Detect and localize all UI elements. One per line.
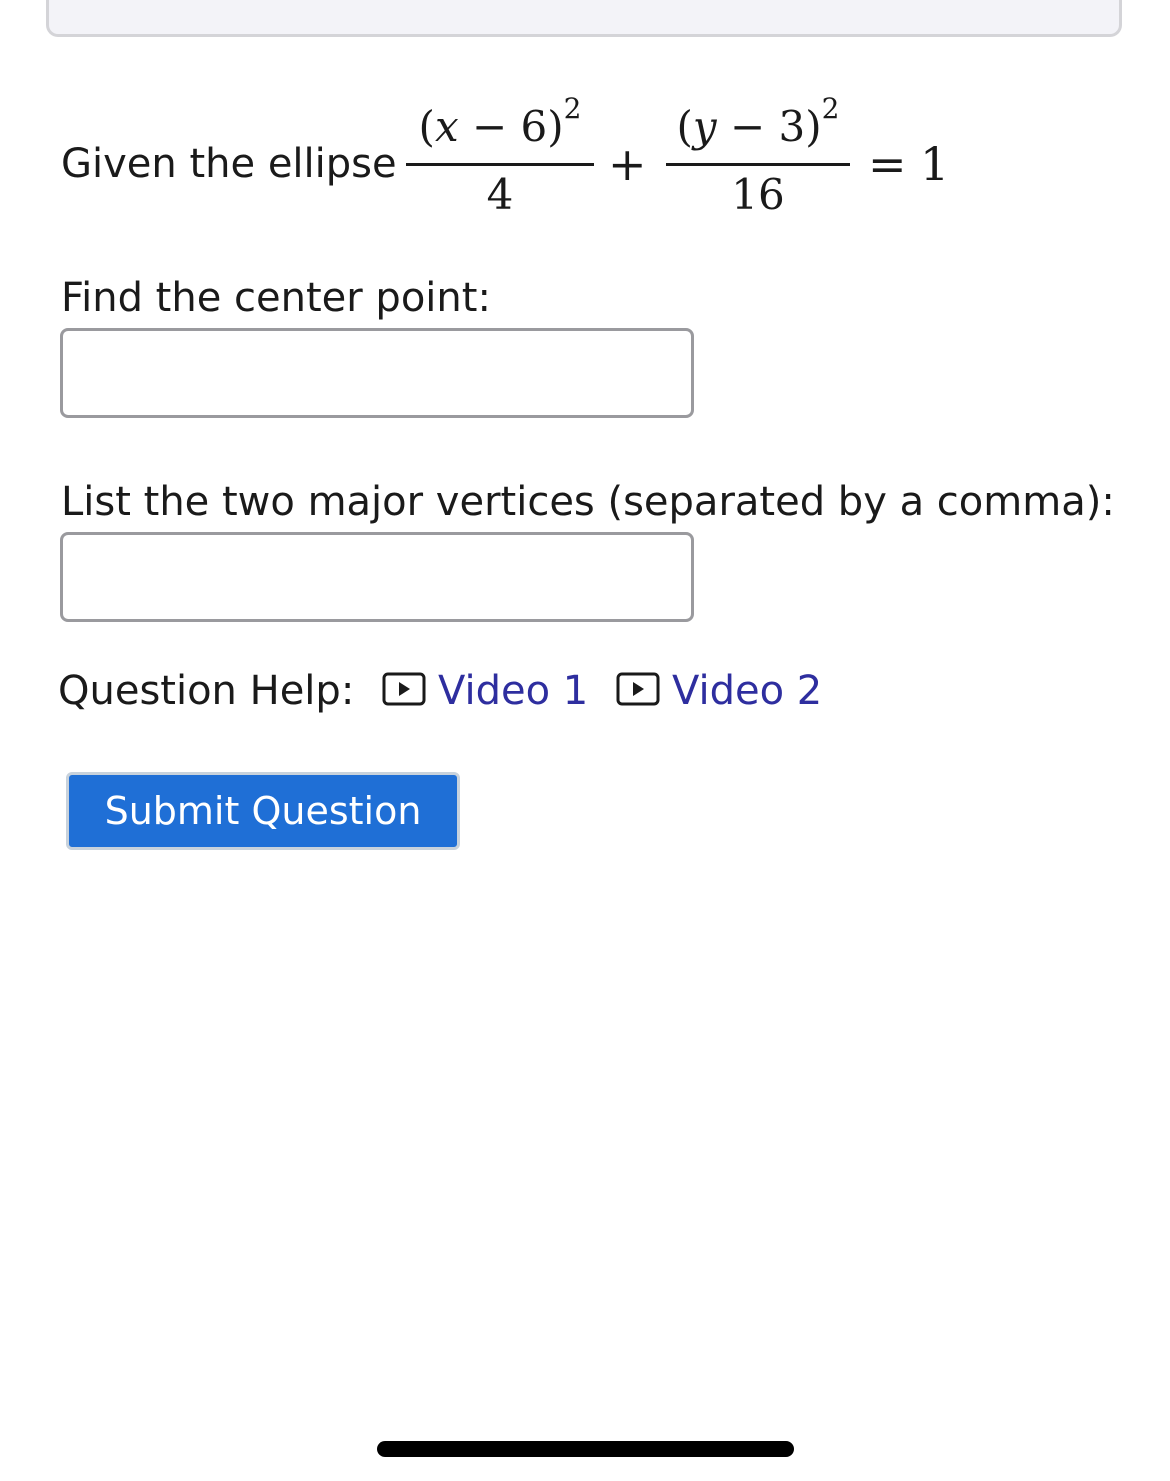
fraction-bar [666,163,850,166]
previous-content-box [46,0,1122,37]
center-point-label: Find the center point: [61,275,491,321]
video-1-label: Video 1 [438,668,589,714]
home-indicator[interactable] [377,1441,794,1457]
submit-question-button[interactable]: Submit Question [66,772,460,850]
major-vertices-input[interactable] [60,532,694,622]
ellipse-equation: (x − 6)2 4 + (y − 3)2 16 = 1 [402,84,962,224]
play-icon [616,672,660,706]
plus-sign: + [608,137,647,191]
equation-rhs: 1 [920,137,950,191]
question-help-label: Question Help: [58,668,355,714]
major-vertices-label: List the two major vertices (separated b… [61,479,1115,525]
video-2-label: Video 2 [672,668,823,714]
question-prompt: Given the ellipse [61,141,397,187]
video-2-link[interactable]: Video 2 [616,666,822,716]
video-1-link[interactable]: Video 1 [382,666,588,716]
fraction-bar [406,163,594,166]
fraction-x-denominator: 4 [486,170,514,219]
equals-sign: = [868,137,907,191]
center-point-input[interactable] [60,328,694,418]
fraction-y-numerator: (y − 3)2 [676,92,840,151]
play-icon [382,672,426,706]
fraction-x-numerator: (x − 6)2 [418,92,582,151]
fraction-y-denominator: 16 [731,170,785,219]
